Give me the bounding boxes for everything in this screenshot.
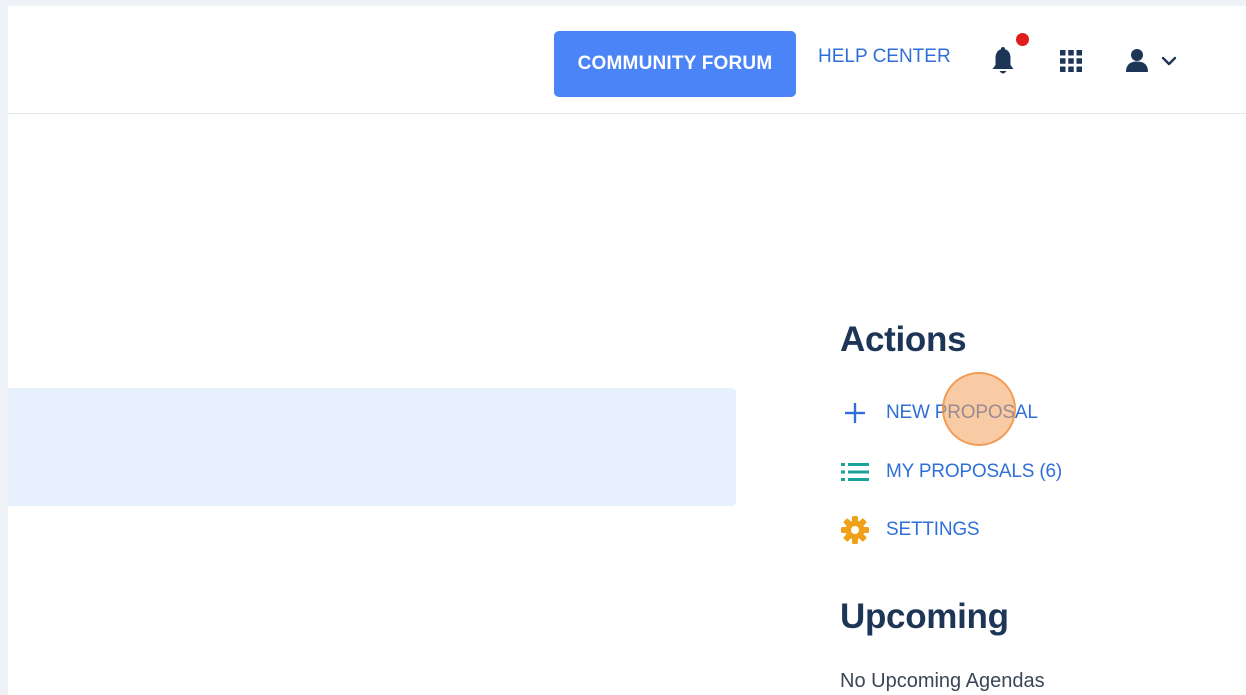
bell-icon[interactable] — [990, 46, 1016, 76]
settings-label: SETTINGS — [886, 519, 980, 540]
notification-badge — [1016, 33, 1029, 46]
gear-icon — [840, 515, 870, 545]
settings-action[interactable]: SETTINGS — [840, 515, 980, 545]
new-proposal-action[interactable]: NEW PROPOSAL — [840, 398, 1038, 428]
user-menu-button[interactable] — [1126, 48, 1180, 74]
highlighted-content-row — [8, 388, 736, 506]
no-upcoming-agendas-text: No Upcoming Agendas — [840, 670, 1045, 692]
list-icon — [840, 457, 870, 487]
community-forum-button[interactable]: COMMUNITY FORUM — [554, 31, 796, 97]
help-center-link[interactable]: HELP CENTER — [818, 46, 951, 68]
chevron-down-icon — [1161, 56, 1177, 66]
user-icon — [1126, 49, 1148, 72]
my-proposals-label: MY PROPOSALS (6) — [886, 461, 1062, 482]
plus-icon — [840, 398, 870, 428]
apps-grid-icon[interactable] — [1060, 50, 1082, 72]
actions-heading: Actions — [840, 320, 967, 359]
new-proposal-label: NEW PROPOSAL — [886, 402, 1038, 423]
my-proposals-action[interactable]: MY PROPOSALS (6) — [840, 457, 1062, 487]
page: COMMUNITY FORUM HELP CENTER Actions NEW … — [8, 6, 1246, 695]
top-navigation-bar: COMMUNITY FORUM HELP CENTER — [8, 6, 1246, 114]
upcoming-heading: Upcoming — [840, 597, 1009, 636]
